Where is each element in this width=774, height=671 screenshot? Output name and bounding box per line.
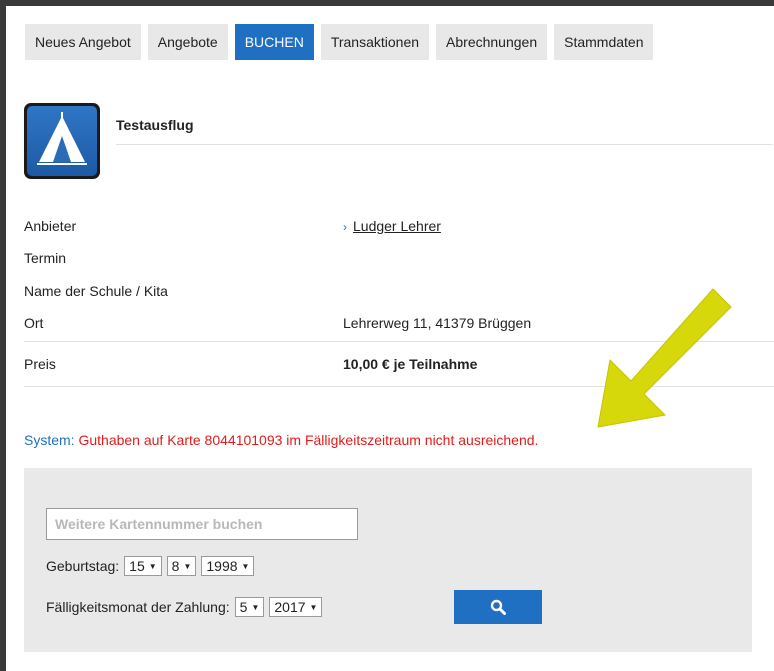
anbieter-label: Anbieter bbox=[24, 218, 77, 234]
system-prefix: System: bbox=[24, 432, 75, 448]
anbieter-value[interactable]: › Ludger Lehrer bbox=[343, 218, 441, 234]
termin-label: Termin bbox=[24, 250, 67, 266]
tab-neues-angebot[interactable]: Neues Angebot bbox=[25, 24, 141, 60]
caret-down-icon: ▼ bbox=[148, 562, 157, 572]
schule-label: Name der Schule / Kita bbox=[24, 283, 168, 299]
offer-title: Testausflug bbox=[116, 117, 194, 133]
birthday-label: Geburtstag: bbox=[46, 558, 120, 574]
due-year-select[interactable]: 2017 ▼ bbox=[269, 597, 323, 617]
tab-abrechnungen[interactable]: Abrechnungen bbox=[436, 24, 548, 60]
tab-stammdaten[interactable]: Stammdaten bbox=[554, 24, 654, 60]
search-icon bbox=[490, 599, 506, 615]
row-anbieter: Anbieter › Ludger Lehrer bbox=[24, 218, 774, 238]
birthday-day-select[interactable]: 15 ▼ bbox=[124, 556, 162, 576]
due-label: Fälligkeitsmonat der Zahlung: bbox=[46, 599, 230, 615]
anbieter-link[interactable]: Ludger Lehrer bbox=[353, 218, 441, 234]
due-month-select[interactable]: 5 ▼ bbox=[234, 597, 265, 617]
preis-label: Preis bbox=[24, 356, 56, 372]
preis-value: 10,00 € je Teilnahme bbox=[343, 356, 478, 372]
system-error-text: Guthaben auf Karte 8044101093 im Fälligk… bbox=[78, 432, 539, 448]
birthday-year-select[interactable]: 1998 ▼ bbox=[201, 556, 255, 576]
caret-down-icon: ▼ bbox=[251, 603, 260, 613]
ort-value: Lehrerweg 11, 41379 Brüggen bbox=[343, 315, 532, 331]
tab-buchen[interactable]: BUCHEN bbox=[234, 24, 314, 60]
birthday-row: Geburtstag: 15 ▼ 8 ▼ 1998 ▼ bbox=[46, 556, 255, 576]
birthday-month-select[interactable]: 8 ▼ bbox=[166, 556, 197, 576]
divider bbox=[116, 144, 773, 145]
ort-label: Ort bbox=[24, 315, 44, 331]
row-termin: Termin bbox=[24, 250, 774, 270]
tab-angebote[interactable]: Angebote bbox=[147, 24, 228, 60]
booking-form: Geburtstag: 15▼ 8▼ 1998▼ Fälligkeitsmona… bbox=[24, 468, 752, 652]
system-message: System: Guthaben auf Karte 8044101093 im… bbox=[24, 432, 538, 448]
highlight-arrow-icon bbox=[592, 283, 742, 436]
due-row: Fälligkeitsmonat der Zahlung: 5 ▼ 2017 ▼ bbox=[46, 597, 323, 617]
tab-transaktionen[interactable]: Transaktionen bbox=[320, 24, 430, 60]
caret-down-icon: ▼ bbox=[241, 562, 250, 572]
search-button[interactable] bbox=[454, 590, 542, 624]
main-nav: Neues Angebot Angebote BUCHEN Transaktio… bbox=[25, 24, 654, 60]
caret-down-icon: ▼ bbox=[309, 603, 318, 613]
card-number-input[interactable] bbox=[46, 508, 358, 540]
caret-down-icon: ▼ bbox=[183, 562, 192, 572]
chevron-right-icon: › bbox=[343, 220, 347, 234]
tent-icon bbox=[24, 103, 100, 179]
